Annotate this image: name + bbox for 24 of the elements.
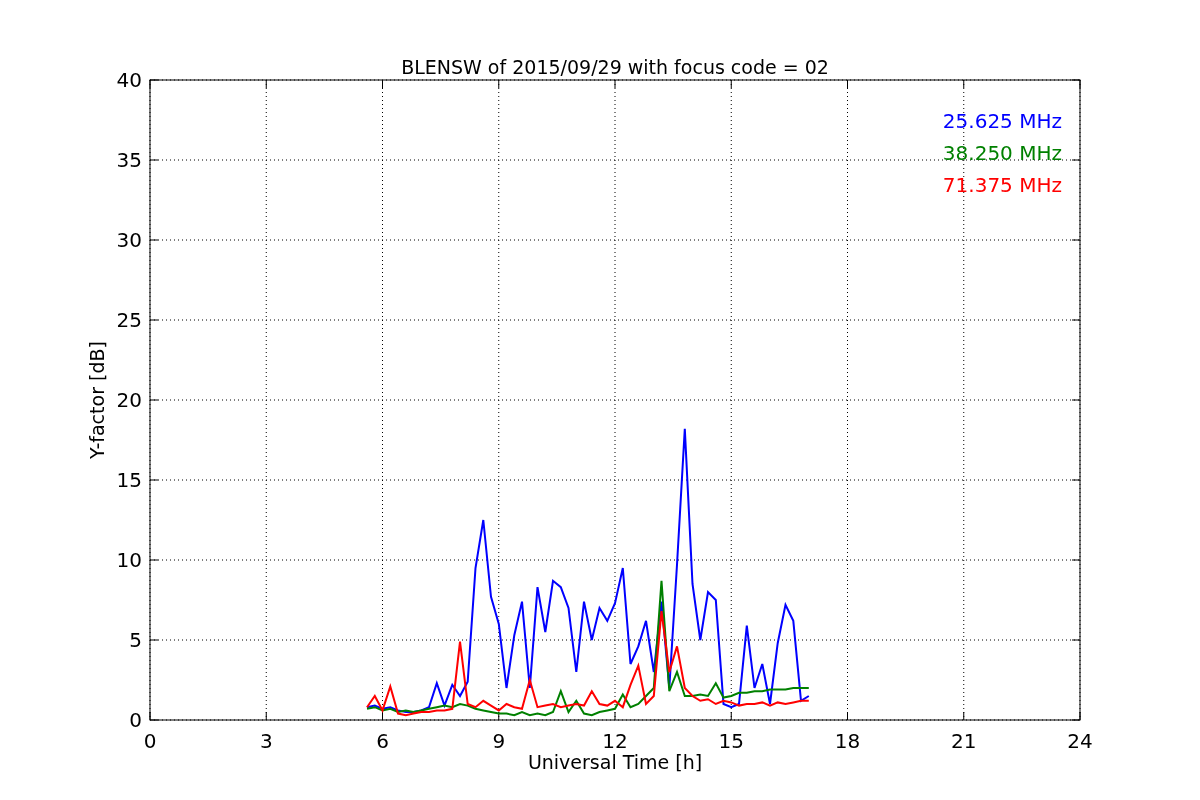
legend-label: 25.625 MHz <box>942 109 1062 133</box>
tick-label: 12 <box>602 729 628 753</box>
tick-label: 40 <box>116 68 142 92</box>
tick-label: 3 <box>259 729 273 753</box>
axis-title: Y-factor [dB] <box>86 341 108 459</box>
tick-label: 25 <box>116 308 142 332</box>
tick-label: 0 <box>129 708 142 732</box>
tick-label: 30 <box>116 228 142 252</box>
tick-label: 18 <box>834 729 861 753</box>
tick-label: 6 <box>376 729 389 753</box>
tick-label: 5 <box>129 628 142 652</box>
tick-label: 35 <box>116 148 142 172</box>
tick-label: 20 <box>116 388 142 412</box>
chart-title: BLENSW of 2015/09/29 with focus code = 02 <box>401 56 829 78</box>
tick-label: 10 <box>116 548 142 572</box>
axis-title: Universal Time [h] <box>527 751 703 773</box>
legend-label: 71.375 MHz <box>942 173 1062 197</box>
tick-label: 15 <box>718 729 744 753</box>
tick-label: 21 <box>951 729 977 753</box>
legend-label: 38.250 MHz <box>942 141 1062 165</box>
tick-label: 0 <box>143 729 157 753</box>
tick-label: 15 <box>116 468 142 492</box>
tick-label: 24 <box>1067 729 1093 753</box>
tick-label: 9 <box>492 729 506 753</box>
